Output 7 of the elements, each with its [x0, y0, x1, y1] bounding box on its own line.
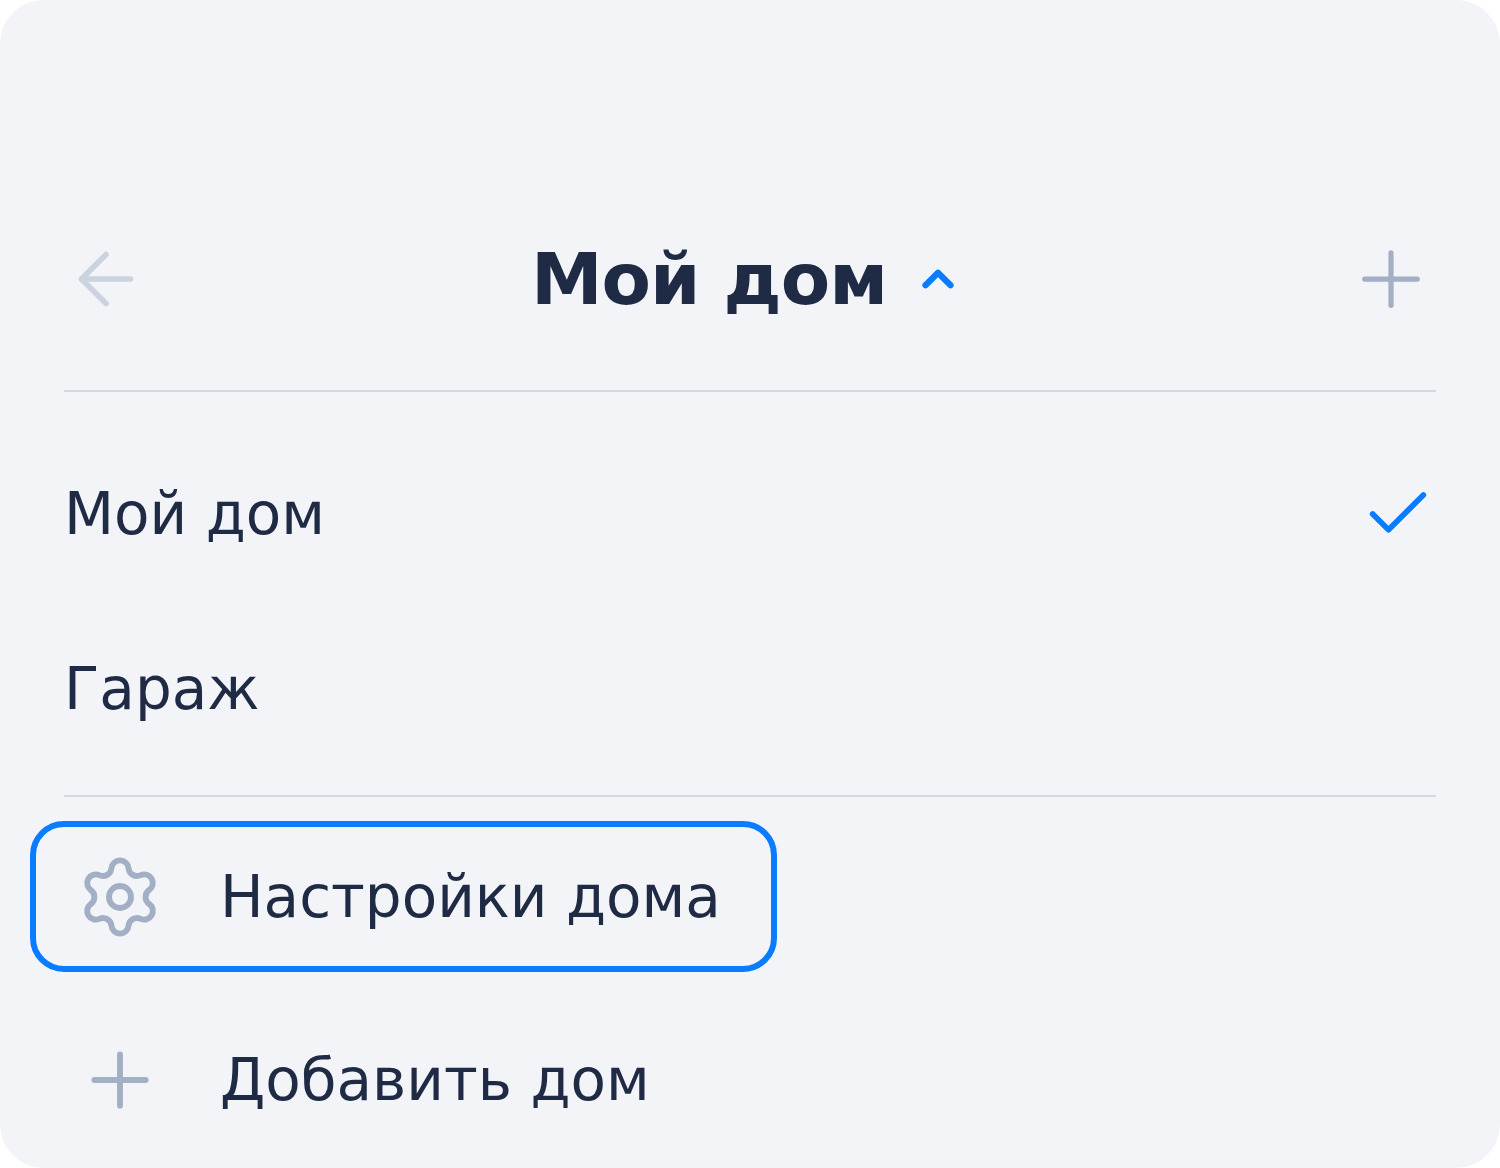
home-name: Гараж	[64, 654, 260, 723]
add-home-button[interactable]: Добавить дом	[30, 1004, 706, 1155]
home-title-dropdown[interactable]: Мой дом	[530, 237, 964, 321]
home-name: Мой дом	[64, 479, 325, 548]
home-row[interactable]: Мой дом	[64, 426, 1436, 601]
home-settings-button[interactable]: Настройки дома	[30, 821, 777, 972]
home-row[interactable]: Гараж	[64, 601, 1436, 776]
